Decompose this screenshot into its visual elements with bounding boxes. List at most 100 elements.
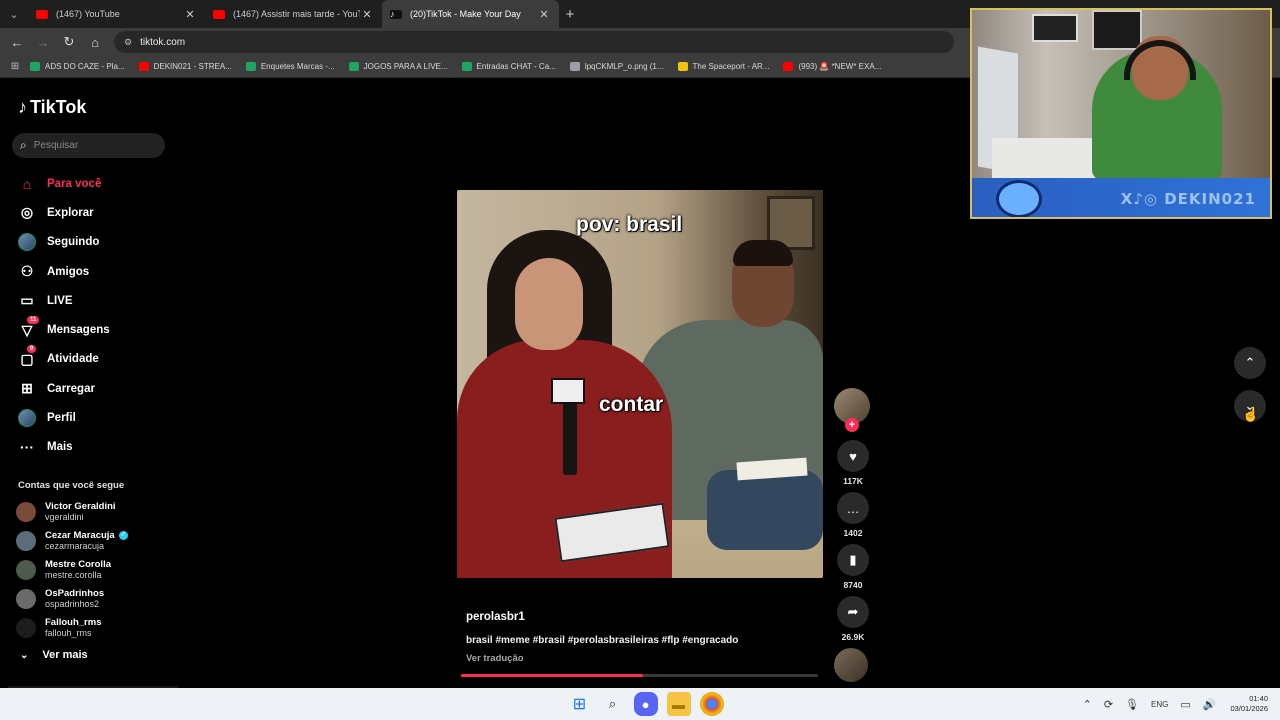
account-name: Mestre Corolla	[45, 559, 111, 570]
search-input[interactable]	[33, 140, 144, 151]
previous-video-button[interactable]: ⌃	[1234, 347, 1266, 379]
streamer-webcam-overlay: X♪◎ DEKIN021	[970, 8, 1272, 219]
nav-item-seguindo[interactable]: Seguindo	[17, 228, 110, 257]
comment-action[interactable]: … 1402	[834, 492, 872, 538]
reload-icon[interactable]: ↻	[56, 28, 82, 56]
bookmark-item[interactable]: ADS DO CAZE - Pla...	[30, 62, 125, 71]
nav-item-label: Amigos	[47, 265, 90, 278]
nav-item-carregar[interactable]: ⊞ Carregar	[17, 374, 110, 403]
apps-grid-icon[interactable]: ⊞	[0, 61, 30, 72]
discord-icon[interactable]: ●	[633, 692, 658, 716]
nav-item-label: Atividade	[47, 353, 99, 366]
following-account[interactable]: OsPadrinhos ospadrinhos2	[16, 584, 128, 613]
account-username: vgeraldini	[45, 512, 84, 522]
video-scene-mic-flag	[551, 378, 585, 404]
following-account[interactable]: Mestre Corolla mestre.corolla	[16, 555, 128, 584]
friends-icon: ⚇	[20, 263, 34, 280]
share-action[interactable]: ➦ 26.9K	[834, 596, 872, 642]
video-player[interactable]: pov: brasil contar	[457, 190, 823, 578]
comment-icon[interactable]: …	[837, 492, 869, 524]
bookmark-item[interactable]: Entradas CHAT - Ca...	[461, 62, 556, 71]
video-progress-bar[interactable]	[461, 674, 818, 677]
address-bar[interactable]: ⚙ tiktok.com	[114, 31, 954, 53]
verified-badge-icon: ✓	[118, 531, 128, 540]
bookmark-item[interactable]: (993) 🚨 *NEW* EXA...	[783, 62, 881, 71]
nav-item-mensagens[interactable]: ▽ 11 Mensagens	[17, 315, 110, 344]
bookmark-label: lpqCKMLP_o.png (1...	[584, 62, 664, 71]
creator-avatar[interactable]: +	[834, 388, 870, 432]
like-action[interactable]: ♥ 117K	[834, 440, 872, 486]
search-box[interactable]: ⌕	[12, 133, 165, 158]
see-translation-link[interactable]: Ver tradução	[466, 653, 524, 664]
search-icon[interactable]: ⌕	[601, 692, 625, 716]
site-settings-icon[interactable]: ⚙	[124, 37, 132, 48]
input-language[interactable]: ENG	[1151, 700, 1168, 709]
following-avatar-icon	[17, 232, 37, 252]
close-icon[interactable]: ✕	[537, 8, 551, 21]
bookmark-favicon-icon	[461, 62, 472, 71]
following-account[interactable]: Cezar Maracuja ✓ cezarmaracuja	[16, 526, 128, 555]
microphone-icon[interactable]: 🎙	[1125, 698, 1139, 711]
close-icon[interactable]: ✕	[360, 8, 374, 21]
bookmark-icon[interactable]: ▮	[837, 544, 869, 576]
home-icon[interactable]: ⌂	[82, 28, 108, 56]
browser-tab[interactable]: (1467) Assistir mais tarde - YouTube✕	[205, 0, 382, 28]
browser-tab[interactable]: ♪ (20)TikTok - Make Your Day ✕	[382, 0, 559, 28]
browser-tab[interactable]: (1467) YouTube ✕	[28, 0, 205, 28]
save-action[interactable]: ▮ 8740	[834, 544, 872, 590]
chrome-icon[interactable]	[699, 692, 724, 716]
bookmark-item[interactable]: The Spaceport - AR...	[677, 62, 769, 71]
music-disc-icon[interactable]	[834, 648, 868, 682]
heart-icon[interactable]: ♥	[837, 440, 869, 472]
main-nav: ⌂ Para você ◎ Explorar Seguindo ⚇ Amigos ▭ LIVE ▽…	[17, 169, 110, 462]
windows-start-icon[interactable]: ⊞	[568, 692, 592, 716]
file-explorer-icon[interactable]: ▬	[666, 692, 691, 716]
bookmark-favicon-icon	[245, 62, 256, 71]
nav-item-perfil[interactable]: Perfil	[17, 403, 110, 432]
forward-icon[interactable]: →	[30, 28, 56, 56]
nav-item-mais[interactable]: ··· Mais	[17, 433, 110, 462]
account-name: Cezar Maracuja ✓	[45, 530, 128, 541]
back-icon[interactable]: ←	[4, 28, 30, 56]
nav-item-amigos[interactable]: ⚇ Amigos	[17, 257, 110, 286]
account-avatar	[16, 617, 36, 638]
tab-title: (1467) YouTube	[56, 9, 120, 19]
following-account[interactable]: Victor Geraldini vgeraldini	[16, 497, 128, 526]
nav-item-explorar[interactable]: ◎ Explorar	[17, 198, 110, 227]
following-account[interactable]: Fallouh_rms fallouh_rms	[16, 613, 128, 642]
tab-search-icon[interactable]: ⌄	[0, 0, 28, 28]
follow-plus-icon[interactable]: +	[845, 418, 859, 432]
bookmark-favicon-icon	[783, 62, 794, 71]
tiktok-logo[interactable]: ♪ TikTok	[18, 97, 86, 118]
nav-item-live[interactable]: ▭ LIVE	[17, 286, 110, 315]
like-count: 117K	[843, 476, 863, 486]
new-tab-button[interactable]: +	[559, 6, 581, 23]
volume-icon[interactable]: 🔊	[1203, 698, 1217, 711]
see-more-button[interactable]: ⌄ Ver mais	[20, 649, 88, 661]
video-author[interactable]: perolasbr1	[466, 611, 525, 623]
bookmark-favicon-icon	[138, 62, 149, 71]
webcam-poster	[1092, 10, 1142, 50]
webcam-poster	[1032, 14, 1078, 42]
bookmark-favicon-icon	[348, 62, 359, 71]
network-icon[interactable]: ▭	[1180, 698, 1190, 711]
share-icon[interactable]: ➦	[837, 596, 869, 628]
account-avatar	[16, 559, 36, 580]
sync-icon[interactable]: ⟳	[1104, 698, 1113, 711]
taskbar-clock[interactable]: 01:40 03/01/2026	[1230, 694, 1268, 714]
bookmark-item[interactable]: lpqCKMLP_o.png (1...	[569, 62, 664, 71]
close-icon[interactable]: ✕	[183, 8, 197, 21]
mascot-icon	[996, 179, 1042, 217]
bookmark-item[interactable]: Enquetes Marcas -...	[245, 62, 335, 71]
video-scene-man-hair	[733, 240, 793, 266]
nav-item-atividade[interactable]: ▢ 9 Atividade	[17, 345, 110, 374]
nav-item-para-você[interactable]: ⌂ Para você	[17, 169, 110, 198]
activity-icon: ▢ 9	[17, 345, 37, 369]
bookmark-item[interactable]: JOGOS PARA A LIVE...	[348, 62, 448, 71]
video-description[interactable]: brasil #meme #brasil #perolasbrasileiras…	[466, 635, 738, 646]
account-name: Victor Geraldini	[45, 501, 116, 512]
tab-title: (1467) Assistir mais tarde - YouTube	[233, 9, 360, 19]
bookmark-item[interactable]: DEKIN021 - STREA...	[138, 62, 232, 71]
taskbar-apps: ⊞ ⌕ ● ▬	[563, 692, 728, 716]
chevron-up-icon[interactable]: ⌃	[1083, 698, 1092, 711]
